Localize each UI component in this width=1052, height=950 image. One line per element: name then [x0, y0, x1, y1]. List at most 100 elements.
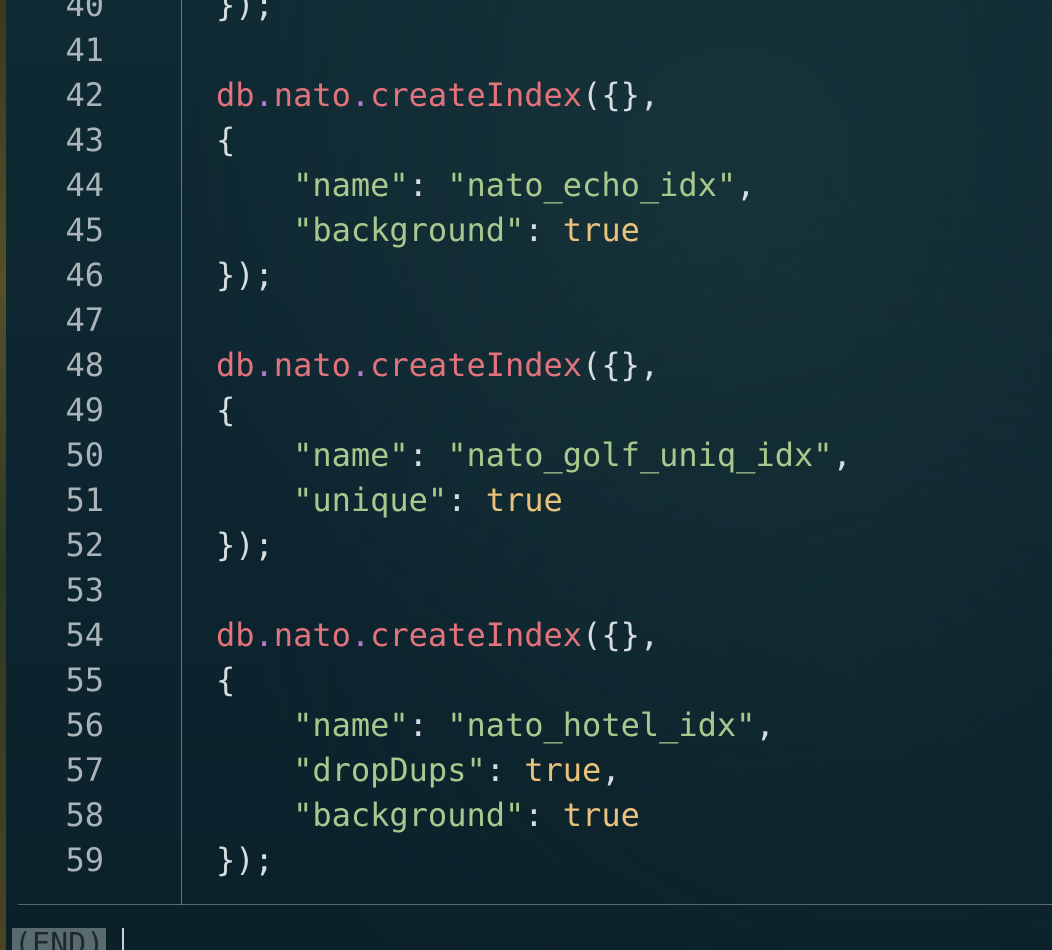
code-token: }); — [216, 841, 274, 879]
code-token: createIndex — [370, 76, 583, 114]
code-line: 54 db.nato.createIndex({}, — [6, 613, 1052, 658]
code-token: "background" — [293, 796, 525, 834]
code-token: db — [216, 346, 255, 384]
line-number: 46 — [65, 256, 104, 294]
code-token: , — [755, 706, 775, 744]
line-number: 53 — [65, 571, 104, 609]
code-text: "unique": true — [216, 478, 563, 523]
line-number: 49 — [65, 391, 104, 429]
code-line: 41 — [6, 28, 1052, 73]
code-text: "dropDups": true, — [216, 748, 621, 793]
code-token: createIndex — [370, 346, 583, 384]
code-line: 45 "background": true — [6, 208, 1052, 253]
code-token: : — [408, 436, 448, 474]
code-token: : — [524, 211, 563, 249]
line-number: 43 — [65, 121, 104, 159]
code-line: 55 { — [6, 658, 1052, 703]
code-token: { — [216, 121, 236, 159]
code-token: . — [254, 616, 274, 654]
code-line: 59}); — [6, 838, 1052, 883]
code-token: ({}, — [582, 346, 660, 384]
code-line: 53 — [6, 568, 1052, 613]
code-token: nato — [273, 76, 351, 114]
code-token: "nato_echo_idx" — [447, 166, 737, 204]
code-token: }); — [216, 256, 274, 294]
code-text: "name": "nato_hotel_idx", — [216, 703, 775, 748]
code-token: . — [254, 346, 274, 384]
line-number: 40 — [65, 0, 104, 24]
line-number: 54 — [65, 616, 104, 654]
line-number: 42 — [65, 76, 104, 114]
code-token: : — [524, 796, 563, 834]
code-line: 50 "name": "nato_golf_uniq_idx", — [6, 433, 1052, 478]
code-token: { — [216, 391, 236, 429]
line-number: 58 — [65, 796, 104, 834]
code-token: }); — [216, 0, 274, 24]
line-number: 48 — [65, 346, 104, 384]
code-token: . — [350, 616, 371, 654]
code-text: { — [216, 388, 235, 433]
code-token: , — [832, 436, 852, 474]
line-number: 51 — [65, 481, 104, 519]
code-text: }); — [216, 0, 274, 28]
code-text: "name": "nato_echo_idx", — [216, 163, 755, 208]
code-token: createIndex — [370, 616, 583, 654]
code-token: true — [524, 751, 602, 789]
code-token: ({}, — [582, 76, 660, 114]
code-text: }); — [216, 253, 274, 298]
text-cursor — [122, 928, 124, 950]
code-line: 43 { — [6, 118, 1052, 163]
code-token: db — [216, 616, 255, 654]
code-token: nato — [273, 616, 351, 654]
code-text: }); — [216, 838, 274, 883]
code-text: db.nato.createIndex({}, — [216, 73, 659, 118]
code-line: 42 db.nato.createIndex({}, — [6, 73, 1052, 118]
gutter-divider — [181, 0, 182, 905]
line-number: 52 — [65, 526, 104, 564]
code-token: nato — [273, 346, 351, 384]
code-line: 57 "dropDups": true, — [6, 748, 1052, 793]
code-line: 48 db.nato.createIndex({}, — [6, 343, 1052, 388]
code-text: "name": "nato_golf_uniq_idx", — [216, 433, 852, 478]
code-line: 49 { — [6, 388, 1052, 433]
code-token: "unique" — [293, 481, 448, 519]
code-token: : — [408, 706, 448, 744]
code-line: 40}); — [6, 0, 1052, 28]
code-token: db — [216, 76, 255, 114]
code-line: 44 "name": "nato_echo_idx", — [6, 163, 1052, 208]
code-line: 58 "background": true — [6, 793, 1052, 838]
code-text: "background": true — [216, 208, 640, 253]
code-token: : — [408, 166, 448, 204]
code-token: . — [350, 76, 371, 114]
code-token: "background" — [293, 211, 525, 249]
line-number: 45 — [65, 211, 104, 249]
code-text: db.nato.createIndex({}, — [216, 343, 659, 388]
code-line: 56 "name": "nato_hotel_idx", — [6, 703, 1052, 748]
pager-status: (END) — [12, 928, 107, 950]
code-text: { — [216, 118, 235, 163]
code-token: true — [562, 796, 640, 834]
bottom-rule — [18, 904, 1052, 905]
code-token: "dropDups" — [293, 751, 486, 789]
code-line: 52}); — [6, 523, 1052, 568]
code-line: 46}); — [6, 253, 1052, 298]
code-token: , — [601, 751, 621, 789]
code-viewer[interactable]: 40}); 41 42 db.nato.createIndex({}, 43{44 "n… — [6, 0, 1052, 950]
code-token: "name" — [293, 166, 409, 204]
line-number: 44 — [65, 166, 104, 204]
code-token: "name" — [293, 436, 409, 474]
code-token: . — [350, 346, 371, 384]
code-token: ({}, — [582, 616, 660, 654]
line-number: 56 — [65, 706, 104, 744]
code-token: }); — [216, 526, 274, 564]
code-token: : — [447, 481, 486, 519]
code-text: }); — [216, 523, 274, 568]
code-text: { — [216, 658, 235, 703]
code-text: "background": true — [216, 793, 640, 838]
